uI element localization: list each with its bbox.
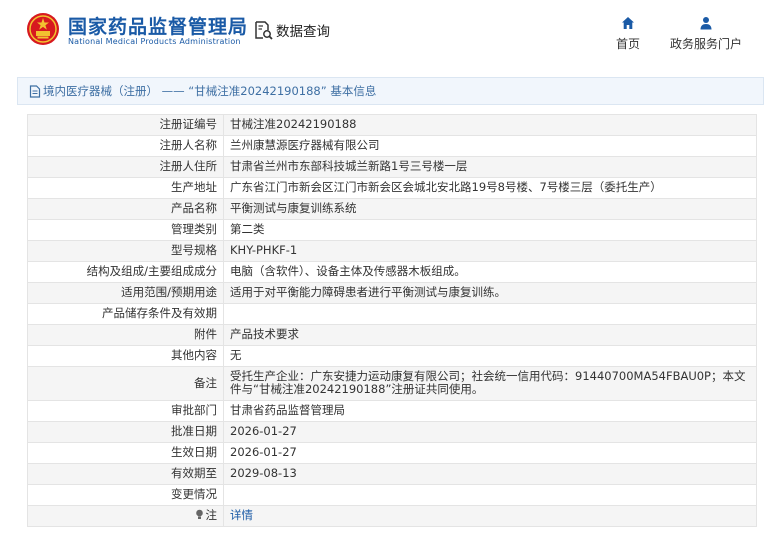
info-row-value	[223, 303, 757, 325]
info-row-label: 生产地址	[27, 177, 224, 199]
info-row-label: 附件	[27, 324, 224, 346]
home-icon	[622, 17, 634, 29]
info-row: 有效期至 2029-08-13	[27, 463, 757, 485]
info-row: 注册证编号 甘械注准20242190188	[27, 114, 757, 136]
info-row-value: 2026-01-27	[223, 442, 757, 464]
info-row-label: 其他内容	[27, 345, 224, 367]
info-row-value: 第二类	[223, 219, 757, 241]
nav-home-label: 首页	[616, 37, 641, 51]
data-query-link[interactable]: 数据查询	[253, 20, 330, 40]
info-row: 生效日期 2026-01-27	[27, 442, 757, 464]
info-row-value: 产品技术要求	[223, 324, 757, 346]
info-row-value: 甘肃省药品监督管理局	[223, 400, 757, 422]
info-row-value: 2026-01-27	[223, 421, 757, 443]
info-row: 生产地址 广东省江门市新会区江门市新会区会城北安北路19号8号楼、7号楼三层（委托…	[27, 177, 757, 199]
info-row-value: 兰州康慧源医疗器械有限公司	[223, 135, 757, 157]
nav-service-label: 政务服务门户	[670, 37, 743, 51]
info-row-label: 生效日期	[27, 442, 224, 464]
registration-info-table: 注册证编号 甘械注准20242190188 注册人名称 兰州康慧源医疗器械有限公司 注册…	[27, 114, 757, 527]
info-row-value: 受托生产企业：广东安捷力运动康复有限公司；社会统一信用代码：91440700MA…	[223, 366, 757, 401]
note-row: 注详情	[27, 505, 757, 527]
info-row-label: 审批部门	[27, 400, 224, 422]
emblem-icon[interactable]	[26, 12, 60, 46]
user-icon	[700, 17, 712, 30]
info-row-label: 适用范围/预期用途	[27, 282, 224, 304]
record-title-bar: 境内医疗器械（注册） —— “甘械注准20242190188” 基本信息	[17, 77, 764, 105]
info-row: 管理类别 第二类	[27, 219, 757, 241]
details-link[interactable]: 详情	[230, 508, 253, 522]
brand-name-english: National Medical Products Administration	[68, 37, 241, 46]
document-icon	[29, 84, 41, 98]
info-row-label: 注册人住所	[27, 156, 224, 178]
info-row-value: 甘肃省兰州市东部科技城兰新路1号三号楼一层	[223, 156, 757, 178]
info-row: 产品名称 平衡测试与康复训练系统	[27, 198, 757, 220]
info-row: 型号规格 KHY-PHKF-1	[27, 240, 757, 262]
info-row-value: 平衡测试与康复训练系统	[223, 198, 757, 220]
info-row: 其他内容无	[27, 345, 757, 367]
record-title: 境内医疗器械（注册） —— “甘械注准20242190188” 基本信息	[43, 84, 377, 98]
info-row-label: 注册人名称	[27, 135, 224, 157]
info-row-value: KHY-PHKF-1	[223, 240, 757, 262]
info-row: 产品储存条件及有效期	[27, 303, 757, 325]
info-row-label: 有效期至	[27, 463, 224, 485]
info-row-label: 结构及组成/主要组成成分	[27, 261, 224, 283]
info-row-label: 备注	[27, 366, 224, 401]
info-row-label: 管理类别	[27, 219, 224, 241]
info-row-label: 批准日期	[27, 421, 224, 443]
info-row-value: 2029-08-13	[223, 463, 757, 485]
info-row-value: 广东省江门市新会区江门市新会区会城北安北路19号8号楼、7号楼三层（委托生产）	[223, 177, 757, 199]
info-row: 附件 产品技术要求	[27, 324, 757, 346]
info-row: 备注 受托生产企业：广东安捷力运动康复有限公司；社会统一信用代码：91440700…	[27, 366, 757, 401]
info-row-value: 电脑（含软件）、设备主体及传感器木板组成。	[223, 261, 757, 283]
info-row: 变更情况	[27, 484, 757, 506]
info-row-value	[223, 484, 757, 506]
info-row-label: 产品名称	[27, 198, 224, 220]
nav-home[interactable]: 首页	[616, 16, 640, 52]
note-row-value: 详情	[223, 505, 757, 527]
site-header: 国家药品监督管理局 National Medical Products Admi…	[0, 0, 764, 66]
data-query-label: 数据查询	[276, 24, 330, 40]
info-row-value: 适用于对平衡能力障碍患者进行平衡测试与康复训练。	[223, 282, 757, 304]
info-row-value: 无	[223, 345, 757, 367]
info-row: 批准日期 2026-01-27	[27, 421, 757, 443]
search-document-icon	[255, 21, 273, 40]
info-row-label: 注册证编号	[27, 114, 224, 136]
info-row: 注册人名称 兰州康慧源医疗器械有限公司	[27, 135, 757, 157]
info-row: 结构及组成/主要组成成分 电脑（含软件）、设备主体及传感器木板组成。	[27, 261, 757, 283]
brand-name[interactable]: 国家药品监督管理局	[68, 12, 248, 39]
info-row-label: 产品储存条件及有效期	[27, 303, 224, 325]
info-row: 审批部门 甘肃省药品监督管理局	[27, 400, 757, 422]
info-row: 适用范围/预期用途 适用于对平衡能力障碍患者进行平衡测试与康复训练。	[27, 282, 757, 304]
lightbulb-icon	[195, 509, 203, 519]
info-row: 注册人住所 甘肃省兰州市东部科技城兰新路1号三号楼一层	[27, 156, 757, 178]
info-row-label: 型号规格	[27, 240, 224, 262]
note-label: 注	[205, 508, 218, 522]
nav-service-portal[interactable]: 政务服务门户	[670, 16, 742, 52]
note-row-label: 注	[27, 505, 224, 527]
info-row-label: 变更情况	[27, 484, 224, 506]
info-row-value: 甘械注准20242190188	[223, 114, 757, 136]
